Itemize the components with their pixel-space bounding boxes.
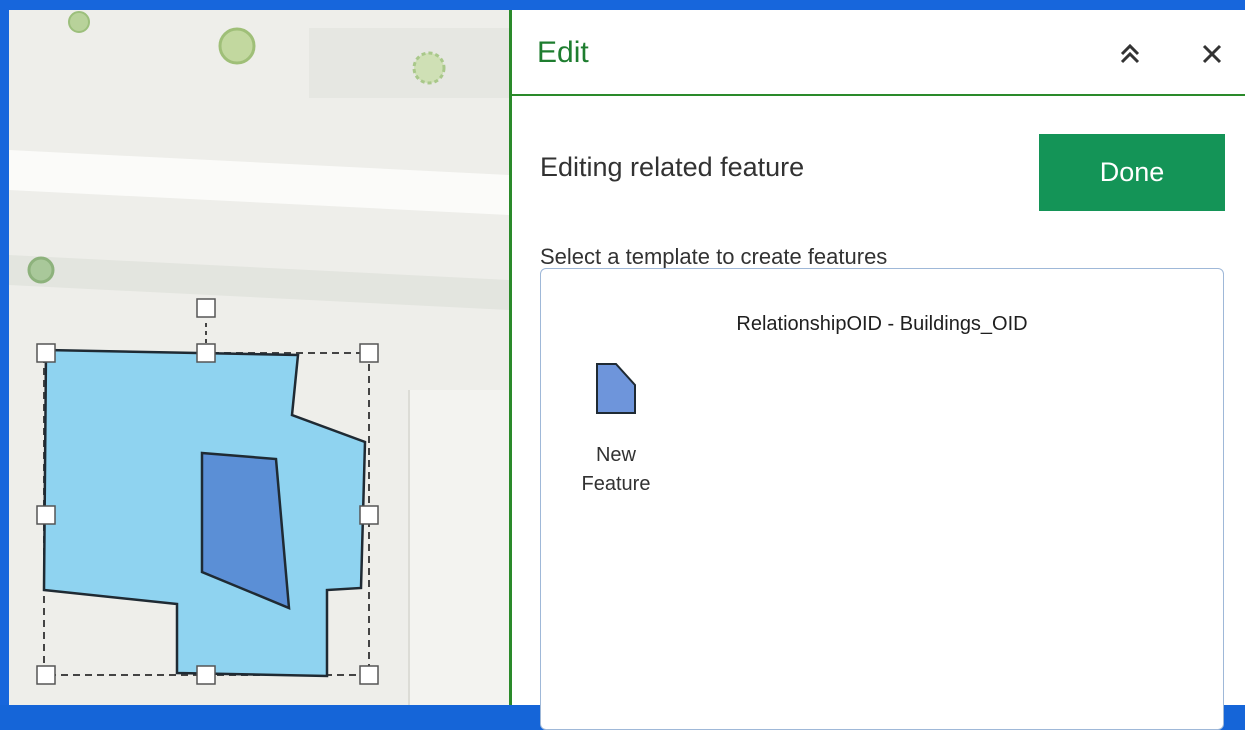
panel-title: Edit xyxy=(537,36,589,69)
editing-status-heading: Editing related feature xyxy=(540,152,805,182)
close-icon xyxy=(1202,44,1222,64)
template-label-line2: Feature xyxy=(581,473,651,495)
template-picker: RelationshipOID - Buildings_OID New Feat… xyxy=(540,268,1224,730)
resize-handle[interactable] xyxy=(36,343,56,363)
tree-symbol xyxy=(218,27,256,65)
map-view[interactable] xyxy=(9,10,509,705)
collapse-button[interactable] xyxy=(1110,34,1150,74)
map-block xyxy=(309,28,509,98)
map-path xyxy=(9,255,509,310)
tree-symbol xyxy=(68,11,90,33)
template-label-line1: New xyxy=(595,444,636,466)
panel-header: Edit xyxy=(512,10,1245,96)
template-new-feature[interactable]: New Feature xyxy=(566,361,666,511)
done-button[interactable]: Done xyxy=(1039,134,1225,211)
chevrons-up-icon xyxy=(1120,43,1140,64)
resize-handle[interactable] xyxy=(196,665,216,685)
layer-title: RelationshipOID - Buildings_OID xyxy=(736,313,1028,335)
resize-handle[interactable] xyxy=(359,665,379,685)
close-button[interactable] xyxy=(1192,34,1232,74)
resize-handle[interactable] xyxy=(196,343,216,363)
window-border-left xyxy=(0,0,9,705)
rotate-handle[interactable] xyxy=(196,298,216,318)
edit-panel: Edit Editing related feature Done Select… xyxy=(512,10,1245,730)
resize-handle[interactable] xyxy=(359,505,379,525)
template-label: New Feature xyxy=(566,441,666,499)
map-canvas[interactable] xyxy=(9,10,509,705)
resize-handle[interactable] xyxy=(36,505,56,525)
tree-symbol xyxy=(412,51,446,85)
template-instruction: Select a template to create features xyxy=(540,244,888,269)
map-road xyxy=(9,150,509,215)
map-block xyxy=(409,390,509,705)
resize-handle[interactable] xyxy=(36,665,56,685)
window-border-top xyxy=(0,0,1245,10)
polygon-swatch-icon xyxy=(596,363,636,414)
resize-handle[interactable] xyxy=(359,343,379,363)
tree-symbol xyxy=(27,256,55,284)
